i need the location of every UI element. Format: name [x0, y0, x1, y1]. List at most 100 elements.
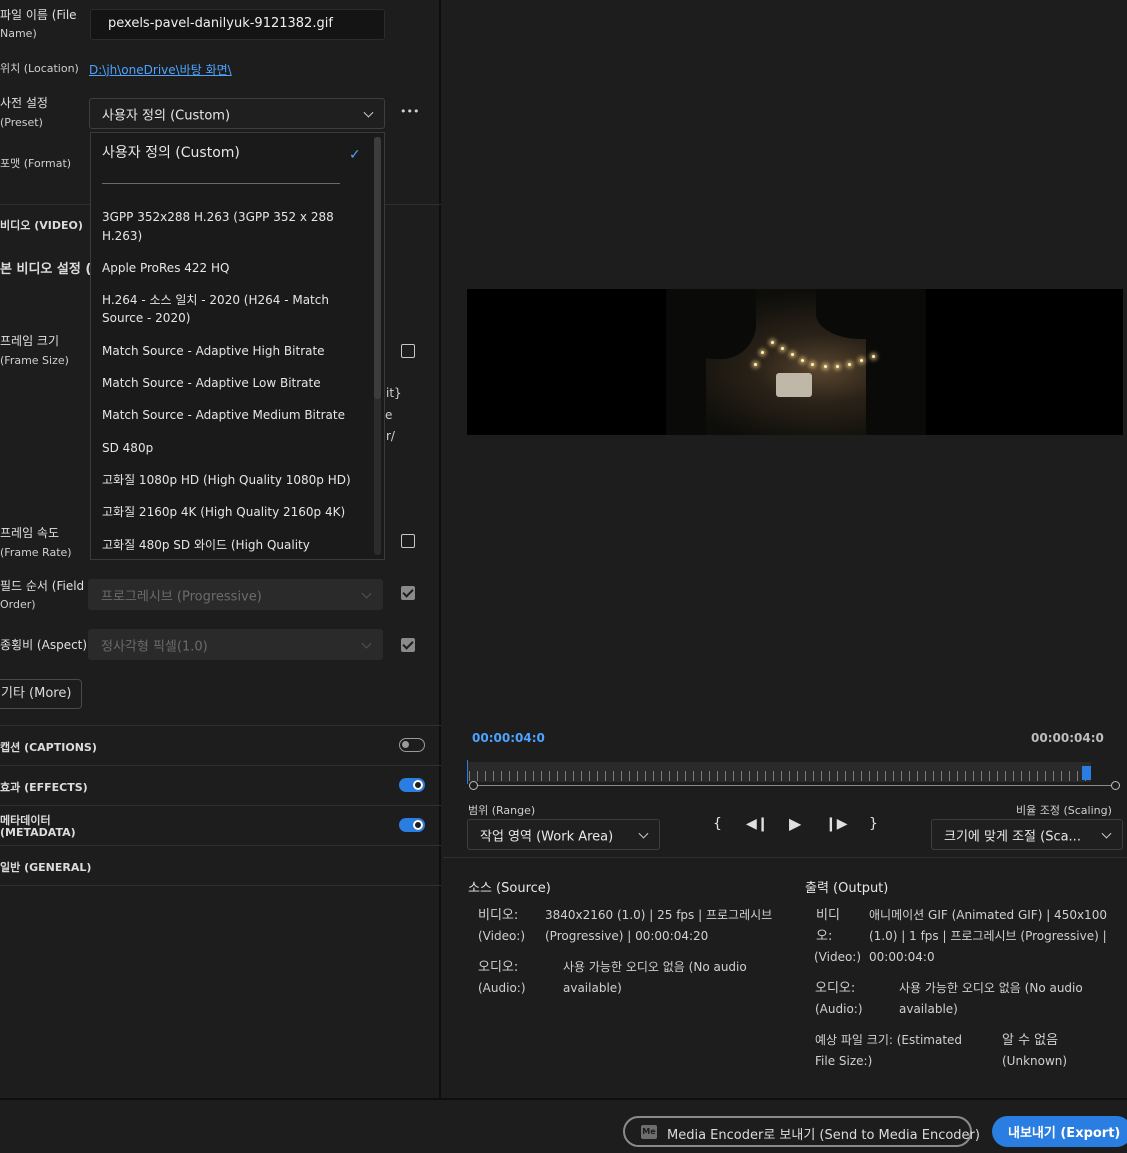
- timeline-range-line: [473, 785, 1115, 786]
- frame-size-label-en: (Frame Size): [0, 354, 69, 367]
- menu-divider: [102, 183, 340, 184]
- footer-bar: Me Media Encoder로 보내기 (Send to Media Enc…: [0, 1098, 1127, 1153]
- output-audio-label: 오디오:: [815, 981, 856, 996]
- dropdown-scroll-thumb[interactable]: [374, 137, 381, 399]
- play-button[interactable]: ▶: [789, 814, 801, 833]
- preset-option[interactable]: 3GPP 352x288 H.263 (3GPP 352 x 288: [102, 208, 360, 226]
- source-title: 소스 (Source): [468, 881, 551, 896]
- chevron-down-icon: [361, 588, 372, 599]
- step-back-button[interactable]: ◀❙: [746, 816, 769, 832]
- preset-option[interactable]: 고화질 1080p HD (High Quality 1080p HD): [102, 471, 360, 489]
- chevron-down-icon: [1101, 828, 1112, 839]
- more-button[interactable]: 기타 (More): [0, 679, 82, 709]
- aspect-select[interactable]: 정사각형 픽셀(1.0): [88, 629, 383, 660]
- more-options-icon[interactable]: •••: [400, 105, 419, 118]
- timeline-scrubber[interactable]: [467, 758, 1123, 792]
- divider: [0, 845, 441, 846]
- media-encoder-icon: Me: [641, 1125, 657, 1139]
- basic-video-settings-title[interactable]: 본 비디오 설정 (: [0, 258, 91, 277]
- preset-select[interactable]: 사용자 정의 (Custom): [89, 98, 385, 129]
- preset-label-en: (Preset): [0, 116, 43, 129]
- overflow-text: it}: [386, 386, 402, 400]
- chevron-down-icon: [363, 107, 374, 118]
- preset-option[interactable]: Match Source - Adaptive Low Bitrate: [102, 374, 360, 392]
- preset-option[interactable]: H.264 - 소스 일치 - 2020 (H264 - Match: [102, 291, 360, 309]
- effects-section[interactable]: 효과 (EFFECTS): [0, 779, 88, 795]
- estimated-size-label: 예상 파일 크기: (Estimated: [815, 1033, 963, 1047]
- aspect-label: 종횡비 (Aspect): [0, 638, 88, 652]
- frame-size-label: 프레임 크기: [0, 334, 60, 348]
- range-label: 범위 (Range): [468, 804, 536, 817]
- scaling-select[interactable]: 크기에 맞게 조절 (Sca...: [931, 819, 1123, 850]
- file-name-label-en: Name): [0, 27, 37, 40]
- effects-toggle[interactable]: [399, 778, 425, 792]
- metadata-section-en[interactable]: (METADATA): [0, 826, 76, 839]
- source-video-info: 3840x2160 (1.0) | 25 fps | 프로그레시브: [545, 908, 773, 922]
- timeline-in-marker[interactable]: [467, 760, 468, 784]
- output-audio-label-en: (Audio:): [815, 1002, 863, 1016]
- range-end-handle[interactable]: [1111, 781, 1120, 790]
- file-name-label: 파일 이름 (File: [0, 8, 77, 22]
- export-button[interactable]: 내보내기 (Export): [992, 1116, 1127, 1147]
- captions-section[interactable]: 캡션 (CAPTIONS): [0, 739, 97, 755]
- output-audio-info: available): [899, 1002, 958, 1016]
- frame-rate-checkbox[interactable]: [401, 534, 415, 548]
- preset-option[interactable]: 고화질 480p SD 와이드 (High Quality: [102, 536, 360, 554]
- time-end: 00:00:04:0: [1031, 731, 1104, 745]
- van-figure: [776, 373, 812, 397]
- file-name-input[interactable]: pexels-pavel-danilyuk-9121382.gif: [90, 9, 385, 40]
- preset-option[interactable]: 고화질 2160p 4K (High Quality 2160p 4K): [102, 503, 360, 521]
- source-audio-label-en: (Audio:): [478, 981, 526, 995]
- chevron-down-icon: [638, 828, 649, 839]
- range-start-handle[interactable]: [469, 781, 478, 790]
- source-video-info: (Progressive) | 00:00:04:20: [545, 929, 709, 943]
- metadata-toggle[interactable]: [399, 818, 425, 832]
- captions-toggle[interactable]: [399, 738, 425, 752]
- estimated-size-value-en: (Unknown): [1002, 1054, 1068, 1068]
- checkmark-icon: ✓: [349, 147, 361, 163]
- general-section[interactable]: 일반 (GENERAL): [0, 859, 91, 875]
- output-title: 출력 (Output): [805, 881, 889, 896]
- scaling-label: 비율 조정 (Scaling): [1016, 804, 1112, 817]
- range-select[interactable]: 작업 영역 (Work Area): [467, 819, 660, 850]
- step-forward-button[interactable]: ❙▶: [825, 816, 848, 832]
- format-label: 포맷 (Format): [0, 157, 72, 170]
- export-settings-panel: 파일 이름 (File Name) pexels-pavel-danilyuk-…: [0, 0, 441, 1098]
- frame-rate-label: 프레임 속도: [0, 526, 60, 540]
- estimated-size-label-en: File Size:): [815, 1054, 873, 1068]
- timeline-playhead[interactable]: [1082, 766, 1091, 780]
- preset-option-custom[interactable]: 사용자 정의 (Custom): [102, 144, 360, 162]
- divider: [0, 725, 441, 726]
- preset-option[interactable]: Match Source - Adaptive High Bitrate: [102, 342, 360, 360]
- preset-option[interactable]: Match Source - Adaptive Medium Bitrate: [102, 406, 360, 424]
- overflow-text: e: [385, 408, 393, 422]
- preset-option[interactable]: Source - 2020): [102, 309, 360, 327]
- output-video-info: 00:00:04:0: [869, 950, 935, 964]
- field-order-label-en: Order): [0, 598, 36, 611]
- preset-option[interactable]: H.263): [102, 227, 360, 245]
- source-video-label-en: (Video:): [478, 929, 526, 943]
- aspect-checkbox[interactable]: [401, 638, 415, 652]
- send-to-media-encoder-button[interactable]: Me Media Encoder로 보내기 (Send to Media Enc…: [623, 1116, 980, 1147]
- overflow-text: r/: [386, 429, 395, 443]
- output-video-label: 비디: [816, 908, 840, 923]
- mark-in-button[interactable]: {: [713, 816, 722, 832]
- preview-frame-image: [666, 289, 926, 435]
- preset-option[interactable]: SD 480p: [102, 439, 360, 457]
- field-order-checkbox[interactable]: [401, 586, 415, 600]
- preset-option[interactable]: Apple ProRes 422 HQ: [102, 259, 360, 277]
- preset-label: 사전 설정: [0, 96, 48, 110]
- location-link[interactable]: D:\jh\oneDrive\바탕 화면\: [89, 61, 232, 78]
- mark-out-button[interactable]: }: [869, 816, 878, 832]
- source-video-label: 비디오:: [478, 908, 519, 923]
- estimated-size-value: 알 수 없음: [1002, 1033, 1059, 1048]
- divider: [0, 805, 441, 806]
- chevron-down-icon: [361, 638, 372, 649]
- preset-dropdown-menu: 사용자 정의 (Custom) ✓ 3GPP 352x288 H.263 (3G…: [90, 132, 385, 560]
- frame-size-checkbox[interactable]: [401, 344, 415, 358]
- frame-rate-label-en: (Frame Rate): [0, 546, 72, 559]
- time-start: 00:00:04:0: [472, 731, 545, 745]
- source-audio-label: 오디오:: [478, 960, 519, 975]
- field-order-select[interactable]: 프로그레시브 (Progressive): [88, 579, 383, 610]
- video-section-title[interactable]: 비디오 (VIDEO): [0, 217, 83, 233]
